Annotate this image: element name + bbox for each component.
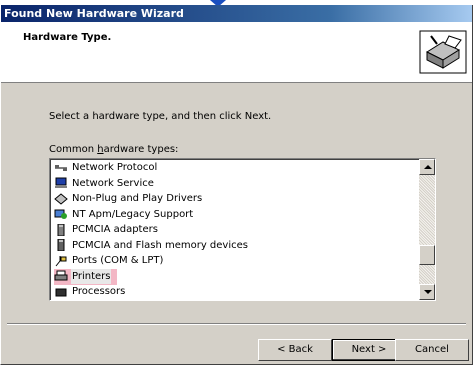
arrow-up-icon bbox=[424, 165, 432, 169]
wizard-window: Found New Hardware Wizard Hardware Type.… bbox=[0, 5, 473, 365]
list-caption: Common hardware types: bbox=[49, 144, 179, 155]
list-item-label: Ports (COM & LPT) bbox=[72, 255, 164, 266]
network-protocol-icon bbox=[55, 164, 67, 171]
hardware-wizard-icon bbox=[419, 30, 467, 74]
list-item[interactable]: PCMCIA adapters bbox=[54, 222, 414, 238]
hardware-type-list[interactable]: Network Protocol Network Service Non-Plu… bbox=[49, 158, 436, 301]
list-item-label: Network Service bbox=[72, 177, 154, 189]
non-pnp-driver-icon bbox=[54, 193, 68, 205]
scroll-thumb[interactable] bbox=[419, 245, 435, 265]
back-button[interactable]: < Back bbox=[258, 339, 332, 361]
processor-icon bbox=[55, 288, 67, 297]
pcmcia-adapter-icon bbox=[57, 223, 65, 236]
list-item-label: PCMCIA and Flash memory devices bbox=[72, 239, 248, 251]
apm-legacy-icon bbox=[54, 209, 67, 220]
page-title: Hardware Type. bbox=[23, 32, 112, 43]
instruction-text: Select a hardware type, and then click N… bbox=[49, 111, 272, 122]
cancel-button[interactable]: Cancel bbox=[395, 339, 469, 361]
arrow-down-icon bbox=[424, 290, 432, 294]
printer-icon bbox=[54, 270, 68, 281]
bottom-divider bbox=[7, 323, 466, 325]
list-item[interactable]: Network Service bbox=[54, 176, 414, 192]
network-service-icon bbox=[55, 177, 67, 189]
list-items: Network Protocol Network Service Non-Plu… bbox=[54, 160, 414, 300]
window-title: Found New Hardware Wizard bbox=[4, 7, 184, 20]
list-item[interactable]: PCMCIA and Flash memory devices bbox=[54, 238, 414, 254]
list-item-label: Processors bbox=[72, 286, 126, 297]
list-item-label: Network Protocol bbox=[72, 162, 158, 173]
list-item[interactable]: NT Apm/Legacy Support bbox=[54, 207, 414, 223]
ports-icon bbox=[55, 255, 67, 267]
pcmcia-flash-icon bbox=[57, 239, 65, 252]
list-item-selected[interactable]: Printers bbox=[54, 268, 414, 285]
vertical-scrollbar[interactable] bbox=[419, 159, 435, 300]
wizard-header: Hardware Type. bbox=[1, 22, 472, 83]
scroll-down-button[interactable] bbox=[419, 284, 435, 300]
list-item-label: NT Apm/Legacy Support bbox=[72, 208, 194, 220]
list-item-label: PCMCIA adapters bbox=[72, 224, 158, 235]
title-bar[interactable]: Found New Hardware Wizard bbox=[1, 5, 472, 22]
list-item-label: Printers bbox=[71, 268, 112, 284]
list-item[interactable]: Ports (COM & LPT) bbox=[54, 253, 414, 269]
list-item[interactable]: Non-Plug and Play Drivers bbox=[54, 191, 414, 207]
list-item[interactable]: Processors bbox=[54, 284, 414, 300]
list-item-label: Non-Plug and Play Drivers bbox=[72, 193, 203, 204]
scroll-up-button[interactable] bbox=[419, 159, 435, 175]
list-item[interactable]: Network Protocol bbox=[54, 160, 414, 176]
